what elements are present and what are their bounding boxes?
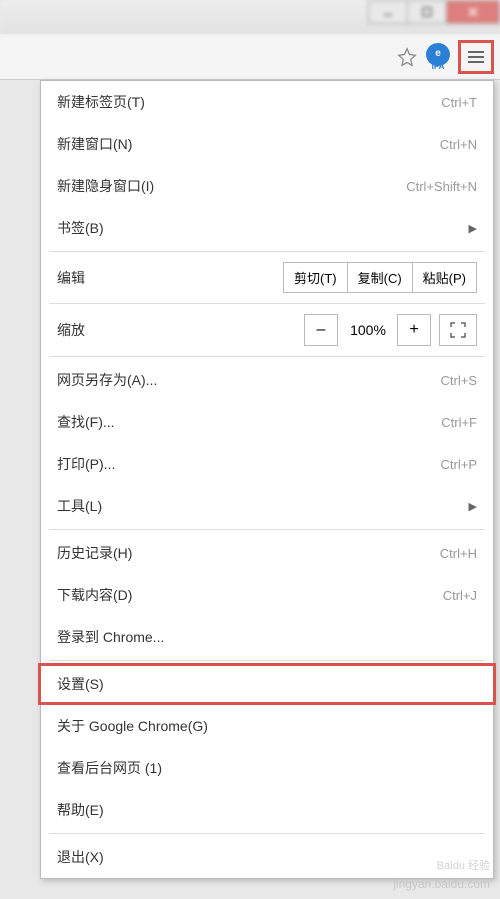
fullscreen-icon (450, 322, 466, 338)
menu-label: 书签(B) (57, 218, 104, 238)
menu-edit-row: 编辑 剪切(T) 复制(C) 粘贴(P) (41, 254, 493, 301)
menu-bookmarks[interactable]: 书签(B) ▶ (41, 207, 493, 249)
menu-tools[interactable]: 工具(L) ▶ (41, 485, 493, 527)
menu-label: 新建隐身窗口(I) (57, 176, 154, 196)
menu-shortcut: Ctrl+Shift+N (406, 179, 477, 194)
submenu-arrow-icon: ▶ (469, 500, 477, 513)
menu-shortcut: Ctrl+J (443, 588, 477, 603)
menu-new-tab[interactable]: 新建标签页(T) Ctrl+T (41, 81, 493, 123)
maximize-button[interactable] (407, 0, 447, 24)
zoom-value: 100% (338, 322, 398, 338)
titlebar-blurred-area (0, 0, 369, 6)
minimize-button[interactable] (368, 0, 408, 24)
menu-label: 工具(L) (57, 496, 102, 516)
cut-button[interactable]: 剪切(T) (283, 262, 348, 293)
chrome-main-menu: 新建标签页(T) Ctrl+T 新建窗口(N) Ctrl+N 新建隐身窗口(I)… (40, 80, 494, 879)
bookmark-star-icon[interactable] (396, 46, 418, 68)
menu-history[interactable]: 历史记录(H) Ctrl+H (41, 532, 493, 574)
window-titlebar (0, 0, 500, 34)
ipa-letter: e (435, 49, 441, 59)
menu-label: 查找(F)... (57, 412, 115, 432)
menu-exit[interactable]: 退出(X) (41, 836, 493, 878)
chrome-menu-button[interactable] (458, 40, 494, 74)
menu-zoom-row: 缩放 – 100% + (41, 306, 493, 354)
ipa-label: IPA (432, 62, 445, 71)
menu-shortcut: Ctrl+F (441, 415, 477, 430)
menu-divider (49, 251, 485, 252)
menu-label: 新建窗口(N) (57, 134, 132, 154)
menu-find[interactable]: 查找(F)... Ctrl+F (41, 401, 493, 443)
menu-divider (49, 303, 485, 304)
menu-shortcut: Ctrl+T (441, 95, 477, 110)
menu-save-as[interactable]: 网页另存为(A)... Ctrl+S (41, 359, 493, 401)
menu-divider (49, 529, 485, 530)
menu-label: 登录到 Chrome... (57, 627, 164, 647)
menu-shortcut: Ctrl+S (441, 373, 477, 388)
menu-background-pages[interactable]: 查看后台网页 (1) (41, 747, 493, 789)
submenu-arrow-icon: ▶ (469, 222, 477, 235)
menu-label: 编辑 (57, 268, 137, 288)
menu-label: 查看后台网页 (1) (57, 758, 162, 778)
fullscreen-button[interactable] (439, 314, 477, 346)
menu-label: 设置(S) (57, 674, 104, 694)
menu-downloads[interactable]: 下载内容(D) Ctrl+J (41, 574, 493, 616)
watermark-url: jingyan.baidu.com (393, 877, 490, 891)
menu-print[interactable]: 打印(P)... Ctrl+P (41, 443, 493, 485)
copy-button[interactable]: 复制(C) (347, 262, 413, 293)
menu-divider (49, 660, 485, 661)
menu-about[interactable]: 关于 Google Chrome(G) (41, 705, 493, 747)
menu-label: 帮助(E) (57, 800, 104, 820)
menu-label: 历史记录(H) (57, 543, 132, 563)
menu-label: 退出(X) (57, 847, 104, 867)
menu-new-window[interactable]: 新建窗口(N) Ctrl+N (41, 123, 493, 165)
menu-shortcut: Ctrl+P (441, 457, 477, 472)
menu-settings[interactable]: 设置(S) (38, 663, 496, 705)
hamburger-icon (468, 51, 484, 63)
menu-label: 网页另存为(A)... (57, 370, 157, 390)
browser-toolbar: e IPA (0, 34, 500, 80)
menu-label: 新建标签页(T) (57, 92, 145, 112)
paste-button[interactable]: 粘贴(P) (412, 262, 477, 293)
menu-label: 关于 Google Chrome(G) (57, 716, 208, 736)
menu-shortcut: Ctrl+N (440, 137, 477, 152)
menu-shortcut: Ctrl+H (440, 546, 477, 561)
menu-divider (49, 356, 485, 357)
close-button[interactable] (446, 0, 500, 24)
menu-divider (49, 833, 485, 834)
menu-help[interactable]: 帮助(E) (41, 789, 493, 831)
zoom-in-button[interactable]: + (397, 314, 431, 346)
menu-label: 打印(P)... (57, 454, 115, 474)
menu-label: 下载内容(D) (57, 585, 132, 605)
menu-label: 缩放 (57, 320, 137, 340)
menu-incognito[interactable]: 新建隐身窗口(I) Ctrl+Shift+N (41, 165, 493, 207)
zoom-out-button[interactable]: – (304, 314, 338, 346)
ipa-extension-icon[interactable]: e IPA (424, 43, 452, 71)
menu-sign-in[interactable]: 登录到 Chrome... (41, 616, 493, 658)
